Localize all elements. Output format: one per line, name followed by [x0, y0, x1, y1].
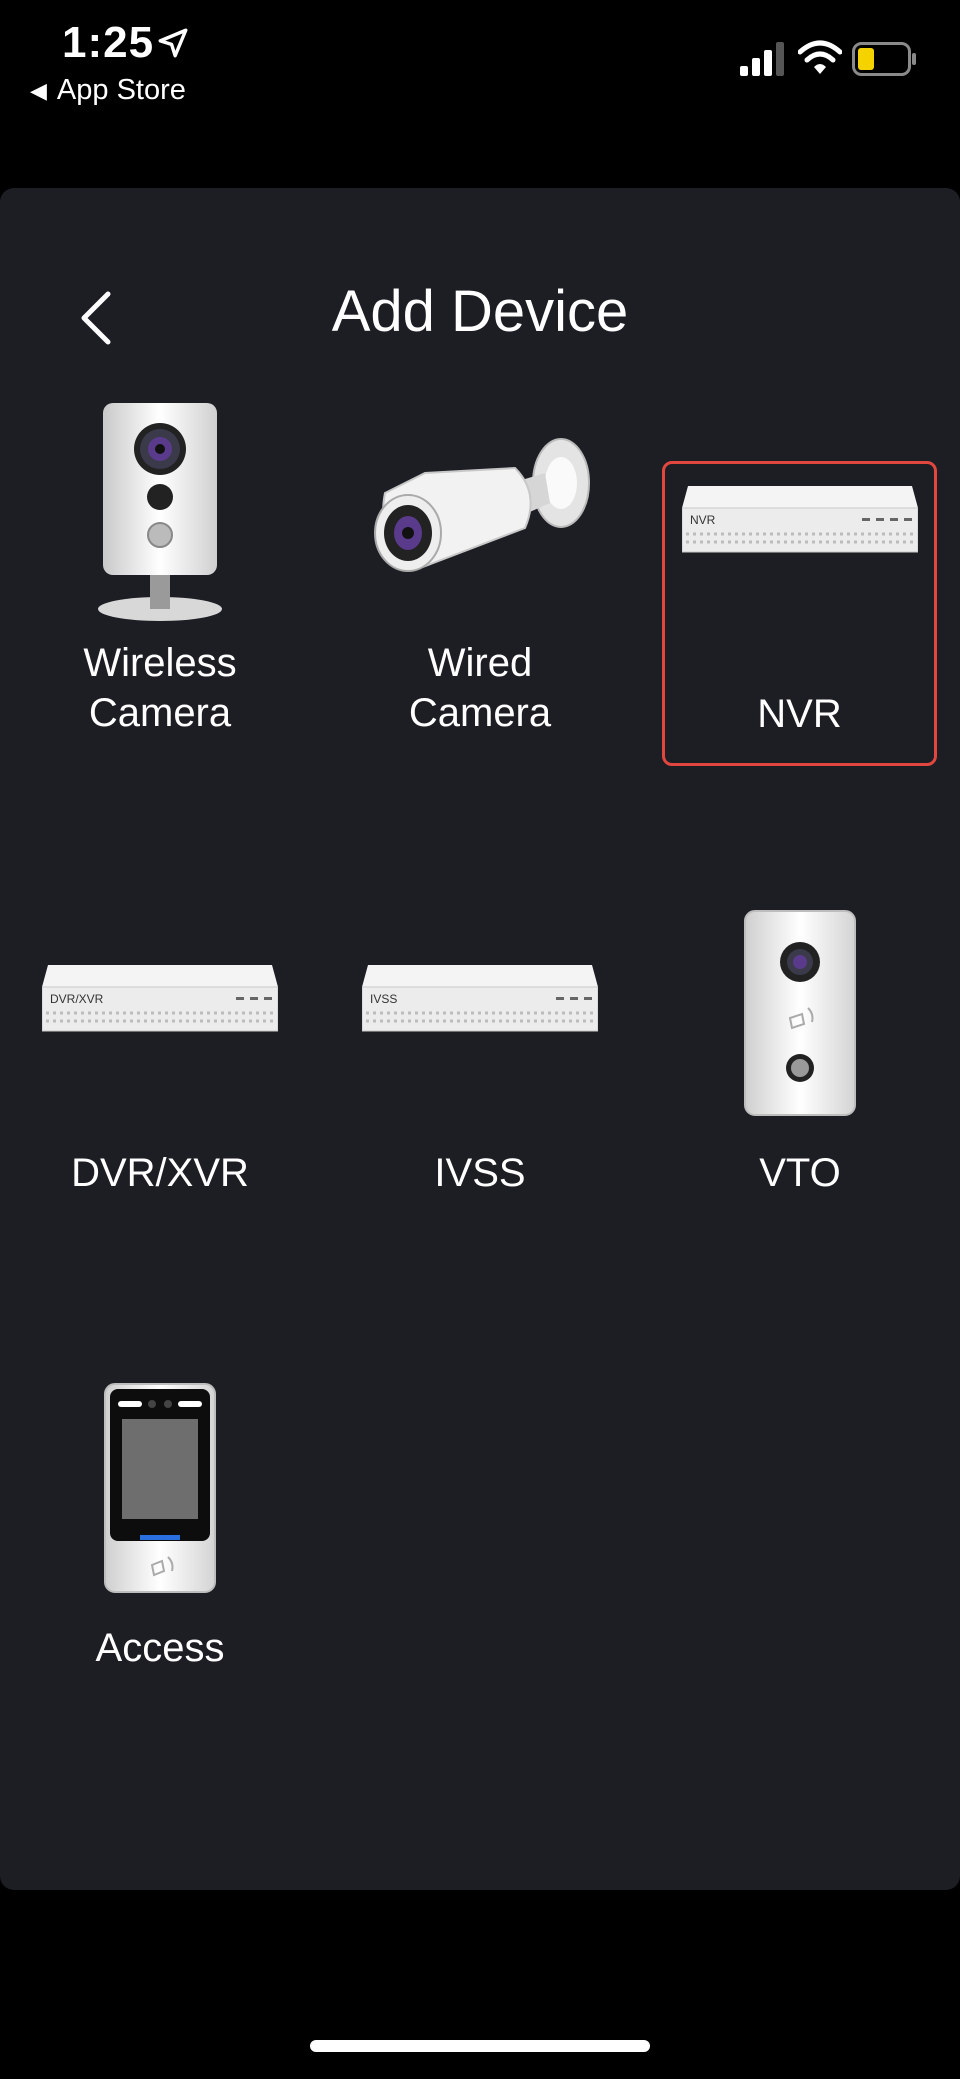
back-to-app-link[interactable]: ◀ App Store	[30, 74, 186, 107]
device-label: IVSS	[434, 1151, 526, 1195]
wireless-camera-icon	[98, 402, 222, 621]
device-tile-vto[interactable]: VTO	[660, 898, 940, 1208]
back-triangle-icon: ◀	[30, 77, 47, 103]
device-label: NVR	[757, 692, 842, 736]
recorder-text: DVR/XVR	[50, 992, 104, 1006]
device-tile-nvr[interactable]: NVR NVR	[662, 461, 937, 766]
device-label: DVR/XVR	[71, 1151, 249, 1195]
wired-camera-icon	[374, 438, 590, 572]
add-device-panel: Add Device Wireless Camera Wired Camera …	[0, 188, 960, 1890]
device-label: Wireless Camera	[83, 641, 237, 735]
access-terminal-icon	[104, 1383, 216, 1593]
device-tile-ivss[interactable]: IVSS IVSS	[340, 898, 620, 1208]
home-indicator[interactable]	[310, 2040, 650, 2052]
device-tile-wireless-camera[interactable]: Wireless Camera	[20, 398, 300, 735]
device-label: Wired Camera	[408, 641, 552, 735]
back-app-label: App Store	[56, 74, 186, 106]
recorder-text: IVSS	[370, 992, 397, 1006]
wifi-icon	[798, 40, 842, 74]
dvr-recorder-icon: DVR/XVR	[42, 965, 278, 1032]
recorder-text: NVR	[690, 513, 716, 527]
device-label: Access	[95, 1626, 225, 1670]
location-arrow-icon	[158, 28, 188, 58]
battery-icon	[852, 42, 916, 76]
vto-doorbell-icon	[744, 910, 856, 1116]
device-tile-wired-camera[interactable]: Wired Camera	[340, 398, 620, 735]
device-tile-dvr-xvr[interactable]: DVR/XVR DVR/XVR	[20, 898, 300, 1208]
ivss-recorder-icon: IVSS	[362, 965, 598, 1032]
status-bar: 1:25 ◀ App Store	[0, 0, 960, 130]
status-time: 1:25	[62, 18, 155, 67]
nvr-recorder-icon: NVR	[681, 486, 918, 553]
signal-icon	[740, 42, 784, 76]
page-title: Add Device	[331, 279, 629, 344]
device-tile-access[interactable]: Access	[20, 1373, 300, 1683]
device-label: VTO	[759, 1151, 841, 1195]
